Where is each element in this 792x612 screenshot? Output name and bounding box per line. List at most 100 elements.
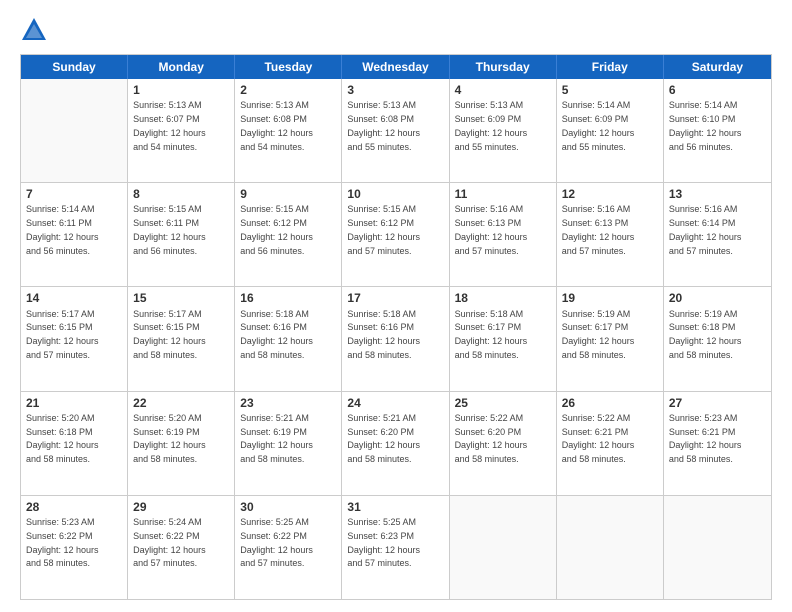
calendar-cell: 24 Sunrise: 5:21 AM Sunset: 6:20 PM Dayli… xyxy=(342,392,449,495)
day-number: 9 xyxy=(240,186,336,202)
calendar-cell: 29 Sunrise: 5:24 AM Sunset: 6:22 PM Dayli… xyxy=(128,496,235,599)
day-number: 13 xyxy=(669,186,766,202)
cell-info: Sunrise: 5:20 AM Sunset: 6:19 PM Dayligh… xyxy=(133,413,206,464)
cell-info: Sunrise: 5:14 AM Sunset: 6:11 PM Dayligh… xyxy=(26,204,99,255)
day-number: 29 xyxy=(133,499,229,515)
cell-info: Sunrise: 5:13 AM Sunset: 6:09 PM Dayligh… xyxy=(455,100,528,151)
cell-info: Sunrise: 5:13 AM Sunset: 6:08 PM Dayligh… xyxy=(240,100,313,151)
day-number: 31 xyxy=(347,499,443,515)
calendar-body: 1 Sunrise: 5:13 AM Sunset: 6:07 PM Daylig… xyxy=(21,79,771,599)
calendar: SundayMondayTuesdayWednesdayThursdayFrid… xyxy=(20,54,772,600)
cell-info: Sunrise: 5:14 AM Sunset: 6:10 PM Dayligh… xyxy=(669,100,742,151)
weekday-header-tuesday: Tuesday xyxy=(235,55,342,79)
calendar-cell: 11Sunrise: 5:16 AM Sunset: 6:13 PM Dayli… xyxy=(450,183,557,286)
calendar-cell: 2 Sunrise: 5:13 AM Sunset: 6:08 PM Daylig… xyxy=(235,79,342,182)
cell-info: Sunrise: 5:16 AM Sunset: 6:14 PM Dayligh… xyxy=(669,204,742,255)
cell-info: Sunrise: 5:24 AM Sunset: 6:22 PM Dayligh… xyxy=(133,517,206,568)
calendar-header: SundayMondayTuesdayWednesdayThursdayFrid… xyxy=(21,55,771,79)
cell-info: Sunrise: 5:15 AM Sunset: 6:12 PM Dayligh… xyxy=(347,204,420,255)
calendar-row-5: 28 Sunrise: 5:23 AM Sunset: 6:22 PM Dayli… xyxy=(21,496,771,599)
calendar-cell xyxy=(450,496,557,599)
cell-info: Sunrise: 5:15 AM Sunset: 6:12 PM Dayligh… xyxy=(240,204,313,255)
calendar-cell: 19 Sunrise: 5:19 AM Sunset: 6:17 PM Dayli… xyxy=(557,287,664,390)
calendar-cell: 9 Sunrise: 5:15 AM Sunset: 6:12 PM Daylig… xyxy=(235,183,342,286)
calendar-cell: 26 Sunrise: 5:22 AM Sunset: 6:21 PM Dayli… xyxy=(557,392,664,495)
logo-icon xyxy=(20,16,48,44)
cell-info: Sunrise: 5:21 AM Sunset: 6:20 PM Dayligh… xyxy=(347,413,420,464)
calendar-cell: 22 Sunrise: 5:20 AM Sunset: 6:19 PM Dayli… xyxy=(128,392,235,495)
weekday-header-sunday: Sunday xyxy=(21,55,128,79)
cell-info: Sunrise: 5:21 AM Sunset: 6:19 PM Dayligh… xyxy=(240,413,313,464)
day-number: 26 xyxy=(562,395,658,411)
cell-info: Sunrise: 5:14 AM Sunset: 6:09 PM Dayligh… xyxy=(562,100,635,151)
calendar-cell: 1 Sunrise: 5:13 AM Sunset: 6:07 PM Daylig… xyxy=(128,79,235,182)
calendar-cell: 25 Sunrise: 5:22 AM Sunset: 6:20 PM Dayli… xyxy=(450,392,557,495)
calendar-cell: 10 Sunrise: 5:15 AM Sunset: 6:12 PM Dayli… xyxy=(342,183,449,286)
calendar-cell xyxy=(557,496,664,599)
calendar-cell: 12Sunrise: 5:16 AM Sunset: 6:13 PM Dayli… xyxy=(557,183,664,286)
day-number: 15 xyxy=(133,290,229,306)
calendar-row-1: 1 Sunrise: 5:13 AM Sunset: 6:07 PM Daylig… xyxy=(21,79,771,183)
weekday-header-friday: Friday xyxy=(557,55,664,79)
calendar-cell: 4 Sunrise: 5:13 AM Sunset: 6:09 PM Daylig… xyxy=(450,79,557,182)
calendar-cell: 7Sunrise: 5:14 AM Sunset: 6:11 PM Daylig… xyxy=(21,183,128,286)
day-number: 30 xyxy=(240,499,336,515)
day-number: 19 xyxy=(562,290,658,306)
logo xyxy=(20,16,52,44)
cell-info: Sunrise: 5:20 AM Sunset: 6:18 PM Dayligh… xyxy=(26,413,99,464)
day-number: 4 xyxy=(455,82,551,98)
cell-info: Sunrise: 5:22 AM Sunset: 6:20 PM Dayligh… xyxy=(455,413,528,464)
weekday-header-saturday: Saturday xyxy=(664,55,771,79)
cell-info: Sunrise: 5:19 AM Sunset: 6:17 PM Dayligh… xyxy=(562,309,635,360)
calendar-cell: 20 Sunrise: 5:19 AM Sunset: 6:18 PM Dayli… xyxy=(664,287,771,390)
weekday-header-wednesday: Wednesday xyxy=(342,55,449,79)
day-number: 16 xyxy=(240,290,336,306)
calendar-cell: 18Sunrise: 5:18 AM Sunset: 6:17 PM Dayli… xyxy=(450,287,557,390)
cell-info: Sunrise: 5:25 AM Sunset: 6:23 PM Dayligh… xyxy=(347,517,420,568)
day-number: 24 xyxy=(347,395,443,411)
calendar-row-2: 7Sunrise: 5:14 AM Sunset: 6:11 PM Daylig… xyxy=(21,183,771,287)
cell-info: Sunrise: 5:18 AM Sunset: 6:16 PM Dayligh… xyxy=(240,309,313,360)
calendar-cell xyxy=(664,496,771,599)
day-number: 25 xyxy=(455,395,551,411)
day-number: 14 xyxy=(26,290,122,306)
calendar-cell: 16 Sunrise: 5:18 AM Sunset: 6:16 PM Dayli… xyxy=(235,287,342,390)
calendar-cell: 3Sunrise: 5:13 AM Sunset: 6:08 PM Daylig… xyxy=(342,79,449,182)
cell-info: Sunrise: 5:13 AM Sunset: 6:07 PM Dayligh… xyxy=(133,100,206,151)
header xyxy=(20,16,772,44)
cell-info: Sunrise: 5:22 AM Sunset: 6:21 PM Dayligh… xyxy=(562,413,635,464)
day-number: 11 xyxy=(455,186,551,202)
day-number: 27 xyxy=(669,395,766,411)
calendar-cell: 30Sunrise: 5:25 AM Sunset: 6:22 PM Dayli… xyxy=(235,496,342,599)
calendar-row-3: 14 Sunrise: 5:17 AM Sunset: 6:15 PM Dayli… xyxy=(21,287,771,391)
calendar-cell: 17Sunrise: 5:18 AM Sunset: 6:16 PM Dayli… xyxy=(342,287,449,390)
calendar-row-4: 21 Sunrise: 5:20 AM Sunset: 6:18 PM Dayli… xyxy=(21,392,771,496)
weekday-header-monday: Monday xyxy=(128,55,235,79)
calendar-cell: 14 Sunrise: 5:17 AM Sunset: 6:15 PM Dayli… xyxy=(21,287,128,390)
calendar-cell: 5 Sunrise: 5:14 AM Sunset: 6:09 PM Daylig… xyxy=(557,79,664,182)
day-number: 5 xyxy=(562,82,658,98)
weekday-header-thursday: Thursday xyxy=(450,55,557,79)
day-number: 28 xyxy=(26,499,122,515)
calendar-cell: 15 Sunrise: 5:17 AM Sunset: 6:15 PM Dayli… xyxy=(128,287,235,390)
calendar-cell: 6 Sunrise: 5:14 AM Sunset: 6:10 PM Daylig… xyxy=(664,79,771,182)
calendar-cell: 21 Sunrise: 5:20 AM Sunset: 6:18 PM Dayli… xyxy=(21,392,128,495)
day-number: 12 xyxy=(562,186,658,202)
cell-info: Sunrise: 5:19 AM Sunset: 6:18 PM Dayligh… xyxy=(669,309,742,360)
calendar-cell xyxy=(21,79,128,182)
calendar-cell: 23Sunrise: 5:21 AM Sunset: 6:19 PM Dayli… xyxy=(235,392,342,495)
day-number: 20 xyxy=(669,290,766,306)
day-number: 21 xyxy=(26,395,122,411)
cell-info: Sunrise: 5:17 AM Sunset: 6:15 PM Dayligh… xyxy=(26,309,99,360)
day-number: 22 xyxy=(133,395,229,411)
cell-info: Sunrise: 5:17 AM Sunset: 6:15 PM Dayligh… xyxy=(133,309,206,360)
day-number: 6 xyxy=(669,82,766,98)
day-number: 1 xyxy=(133,82,229,98)
cell-info: Sunrise: 5:23 AM Sunset: 6:22 PM Dayligh… xyxy=(26,517,99,568)
calendar-cell: 27Sunrise: 5:23 AM Sunset: 6:21 PM Dayli… xyxy=(664,392,771,495)
calendar-cell: 13 Sunrise: 5:16 AM Sunset: 6:14 PM Dayli… xyxy=(664,183,771,286)
cell-info: Sunrise: 5:18 AM Sunset: 6:16 PM Dayligh… xyxy=(347,309,420,360)
day-number: 2 xyxy=(240,82,336,98)
day-number: 10 xyxy=(347,186,443,202)
cell-info: Sunrise: 5:13 AM Sunset: 6:08 PM Dayligh… xyxy=(347,100,420,151)
